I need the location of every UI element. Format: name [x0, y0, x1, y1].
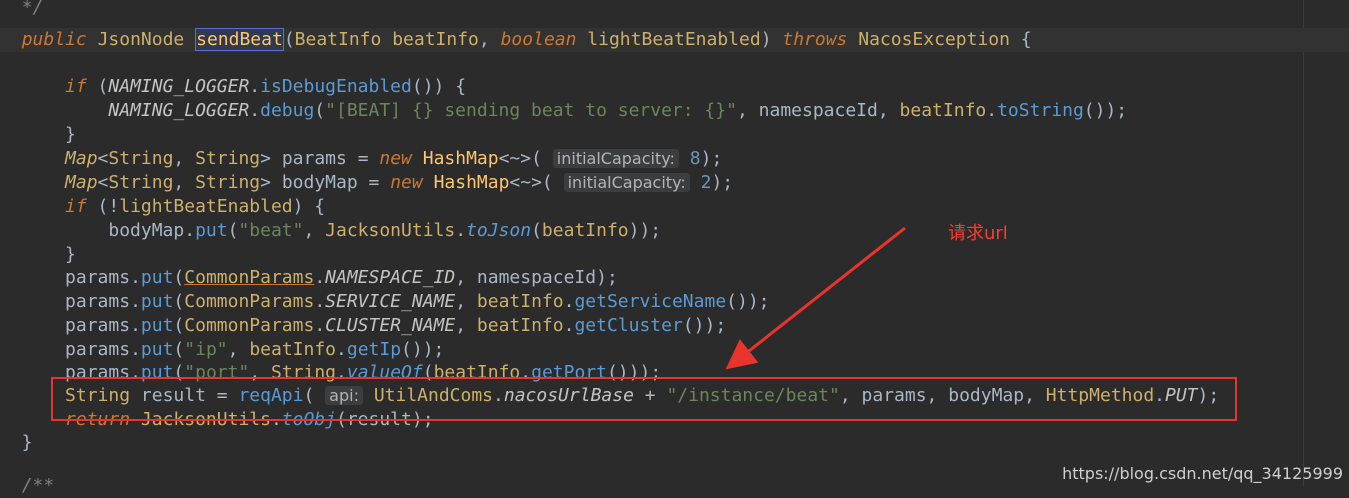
code-line-signature: public JsonNode sendBeat(BeatInfo beatIn…	[0, 28, 1349, 52]
code-line-if-debug: if (NAMING_LOGGER.isDebugEnabled()) {	[65, 76, 467, 97]
code-editor[interactable]: */ public JsonNode sendBeat(BeatInfo bea…	[0, 0, 1349, 496]
inlay-hint-initial-capacity: initialCapacity:	[552, 149, 679, 168]
code-line-debug: NAMING_LOGGER.debug("[BEAT] {} sending b…	[108, 100, 1128, 121]
code-line-if-light: if (!lightBeatEnabled) {	[65, 196, 326, 217]
code-line-put-ip: params.put("ip", beatInfo.getIp());	[65, 339, 445, 360]
code-line-comment-end: */	[21, 0, 44, 18]
code-line-close-brace: }	[0, 124, 76, 145]
code-line-put-cluster: params.put(CommonParams.CLUSTER_NAME, be…	[65, 315, 727, 336]
highlight-box	[51, 377, 1237, 421]
code-line-put-service: params.put(CommonParams.SERVICE_NAME, be…	[65, 291, 770, 312]
code-line-bodymap-put: bodyMap.put("beat", JacksonUtils.toJson(…	[108, 220, 662, 241]
annotation-label: 请求url	[948, 223, 1008, 244]
code-line-put-namespace: params.put(CommonParams.NAMESPACE_ID, na…	[65, 267, 618, 288]
watermark: https://blog.csdn.net/qq_34125999	[1062, 464, 1343, 483]
code-line-bodymap-decl: Map<String, String> bodyMap = new HashMa…	[65, 172, 734, 193]
code-line-method-close: }	[0, 432, 33, 453]
code-line-close-brace: }	[0, 244, 76, 265]
code-line-params-decl: Map<String, String> params = new HashMap…	[65, 148, 723, 169]
method-name-sendBeat[interactable]: sendBeat	[195, 28, 284, 51]
inlay-hint-initial-capacity: initialCapacity:	[563, 173, 690, 192]
